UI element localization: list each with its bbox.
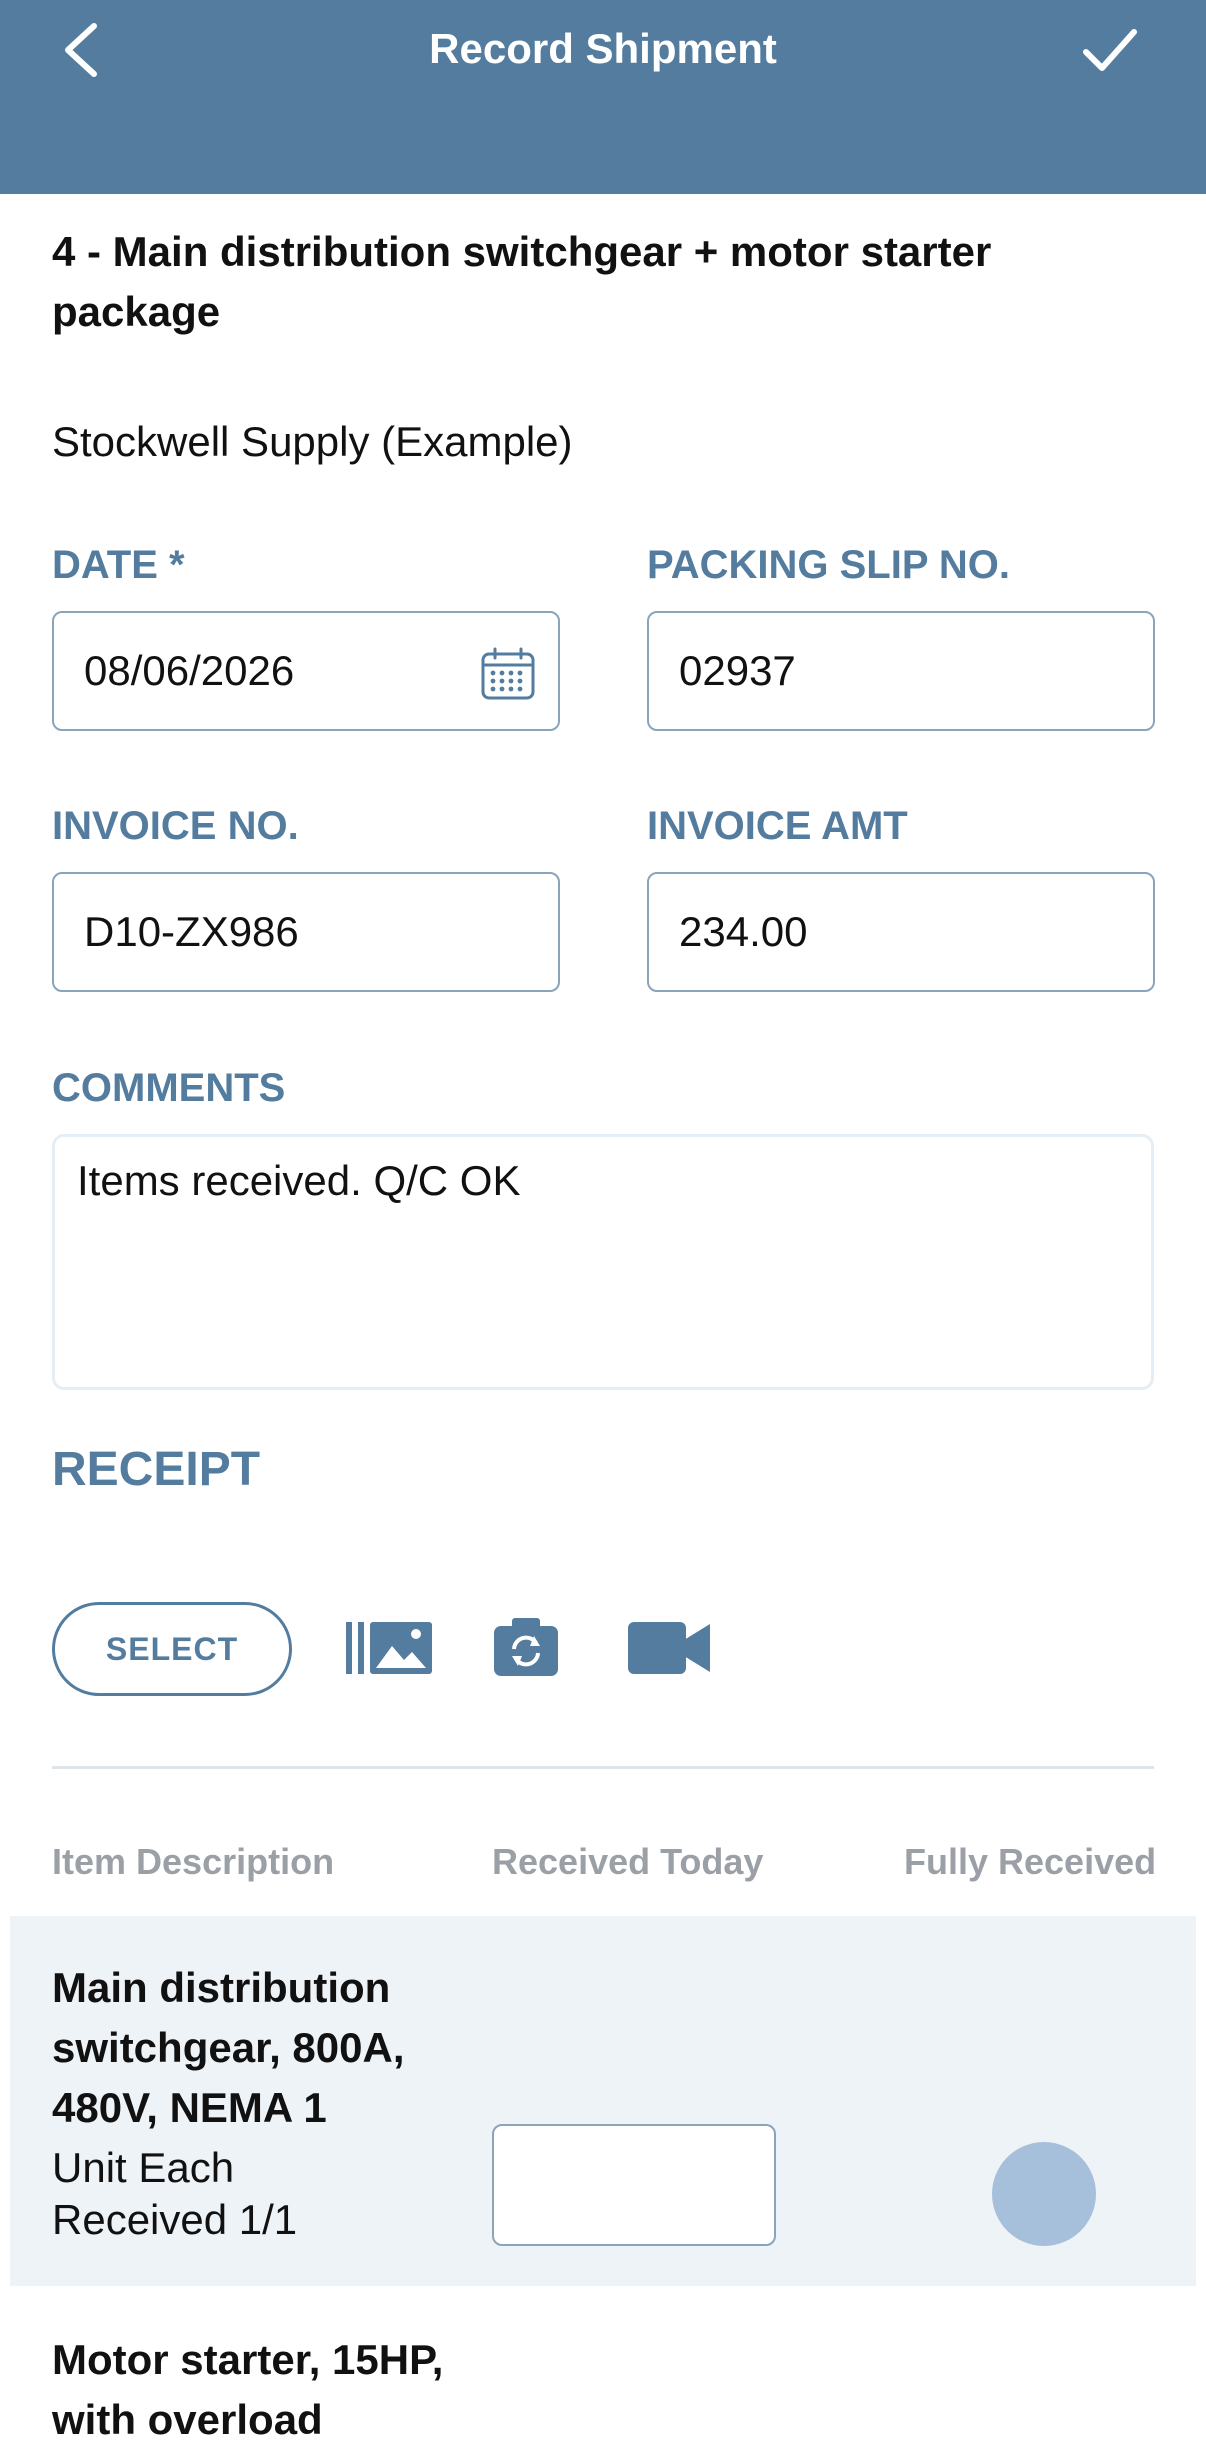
vendor-name: Stockwell Supply (Example): [52, 418, 573, 465]
fully-received-toggle[interactable]: [992, 2142, 1096, 2246]
date-field[interactable]: 08/06/2026: [52, 611, 560, 731]
save-button[interactable]: [1080, 22, 1140, 78]
packing-slip-field[interactable]: 02937: [647, 611, 1155, 731]
item-received-count: Received 1/1: [52, 2196, 298, 2243]
item-unit: Unit Each: [52, 2144, 235, 2191]
invoice-amt-label: INVOICE AMT: [647, 804, 908, 848]
invoice-amt-value: 234.00: [679, 908, 808, 955]
page-title: Record Shipment: [429, 25, 777, 72]
invoice-no-value: D10-ZX986: [84, 908, 299, 955]
comments-textarea[interactable]: Items received. Q/C OK: [52, 1134, 1154, 1390]
check-icon: [1083, 29, 1137, 71]
camera-icon[interactable]: [494, 1616, 558, 1678]
calendar-icon[interactable]: [480, 647, 536, 701]
receipt-label: RECEIPT: [52, 1443, 261, 1496]
invoice-no-label: INVOICE NO.: [52, 804, 299, 848]
column-header-fully-received: Fully Received: [904, 1841, 1157, 1882]
video-icon[interactable]: [628, 1620, 710, 1676]
invoice-no-field[interactable]: D10-ZX986: [52, 872, 560, 992]
divider: [52, 1766, 1154, 1769]
date-value: 08/06/2026: [84, 647, 295, 694]
packing-slip-label: PACKING SLIP NO.: [647, 543, 1011, 587]
item-name: Motor starter, 15HP, with overload: [52, 2336, 444, 2443]
column-header-received-today: Received Today: [492, 1841, 764, 1882]
comments-label: COMMENTS: [52, 1066, 286, 1110]
packing-slip-value: 02937: [679, 647, 796, 694]
item-name: Main distribution switchgear, 800A, 480V…: [52, 1964, 405, 2131]
date-label: DATE *: [52, 543, 185, 587]
invoice-amt-field[interactable]: 234.00: [647, 872, 1155, 992]
column-header-item-description: Item Description: [52, 1841, 335, 1882]
app-header: Record Shipment: [0, 0, 1206, 194]
job-title: 4 - Main distribution switchgear + motor…: [52, 228, 992, 335]
select-button[interactable]: SELECT: [52, 1602, 292, 1696]
gallery-icon[interactable]: [346, 1620, 432, 1676]
received-today-input[interactable]: [492, 2124, 776, 2246]
